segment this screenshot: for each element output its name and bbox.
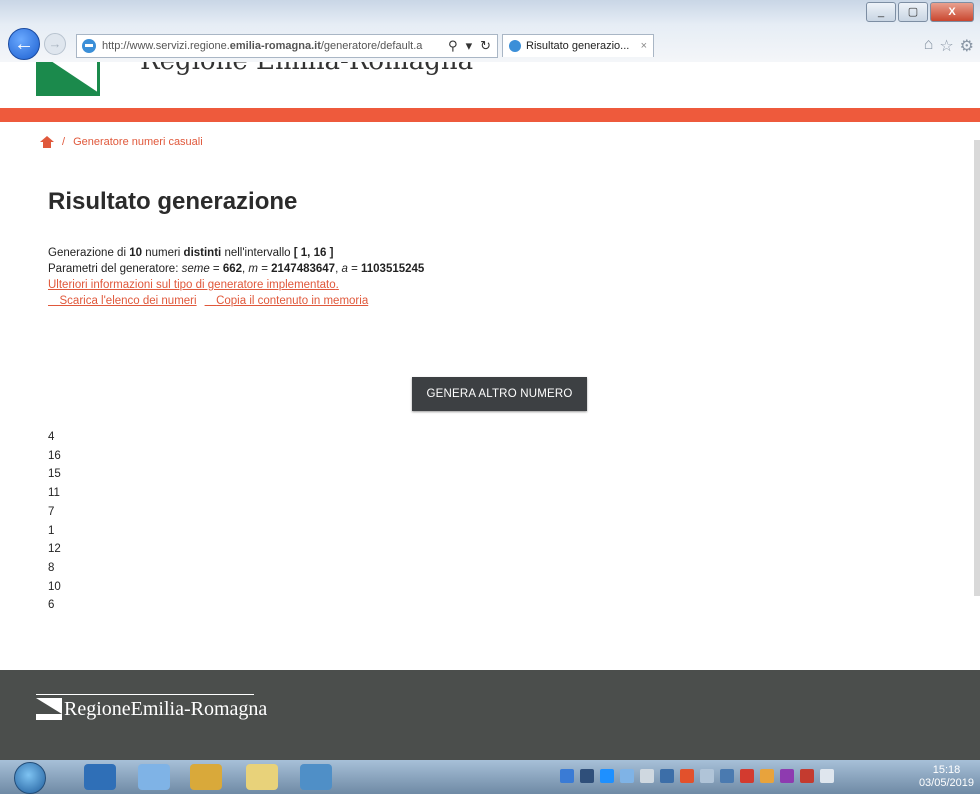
media-player-icon[interactable]	[84, 764, 116, 790]
tray-app-icon[interactable]	[620, 769, 634, 783]
chrome-icon[interactable]	[190, 764, 222, 790]
address-bar[interactable]: http://www.servizi.regione.emilia-romagn…	[76, 34, 498, 58]
copy-to-clipboard-link[interactable]: Copia il contenuto in memoria	[205, 293, 368, 309]
site-title: Regione Emilia-Romagna	[140, 62, 473, 76]
search-icon[interactable]: ⚲	[448, 38, 458, 54]
tray-app-icon[interactable]	[660, 769, 674, 783]
ie-icon	[82, 39, 96, 53]
download-list-link[interactable]: Scarica l'elenco dei numeri	[48, 293, 197, 309]
footer-logo-text: RegioneEmilia-Romagna	[64, 698, 268, 720]
number-item: 12	[48, 543, 61, 556]
clock-date: 03/05/2019	[918, 777, 974, 789]
start-button[interactable]	[14, 762, 46, 794]
footer-logo[interactable]: RegioneEmilia-Romagna	[36, 694, 268, 720]
tray-app-icon[interactable]	[600, 769, 614, 783]
forward-button[interactable]: →	[44, 33, 66, 55]
site-footer: RegioneEmilia-Romagna	[0, 670, 980, 760]
windows-taskbar: 15:18 03/05/2019	[0, 760, 980, 794]
tray-app-icon[interactable]	[680, 769, 694, 783]
close-window-button[interactable]: X	[930, 2, 974, 22]
generation-info: Generazione di 10 numeri distinti nell'i…	[48, 245, 424, 309]
number-item: 11	[48, 487, 60, 500]
internet-explorer-icon[interactable]	[138, 764, 170, 790]
clock-time: 15:18	[932, 764, 961, 776]
refresh-icon[interactable]: ↻	[480, 38, 491, 54]
url-text[interactable]: http://www.servizi.regione.emilia-romagn…	[102, 40, 442, 52]
tray-app-icon[interactable]	[780, 769, 794, 783]
number-item: 10	[48, 580, 61, 593]
tray-app-icon[interactable]	[700, 769, 714, 783]
breadcrumb-current[interactable]: Generatore numeri casuali	[73, 136, 203, 148]
home-icon[interactable]	[40, 136, 54, 148]
generated-numbers-list: 4 16 15 11 7 1 12 8 10 6	[48, 428, 61, 615]
system-clock[interactable]: 15:18 03/05/2019	[919, 764, 974, 790]
maximize-button[interactable]: ▢	[898, 2, 928, 22]
generation-summary: Generazione di 10 numeri distinti nell'i…	[48, 247, 334, 259]
file-explorer-icon[interactable]	[246, 764, 278, 790]
number-item: 1	[48, 524, 55, 537]
minimize-button[interactable]: _	[866, 2, 896, 22]
back-button[interactable]: ←	[8, 28, 40, 60]
number-item: 6	[48, 599, 55, 612]
number-item: 16	[48, 449, 61, 462]
region-logo[interactable]	[36, 62, 100, 96]
tray-app-icon[interactable]	[640, 769, 654, 783]
number-item: 4	[48, 431, 55, 443]
generator-params: Parametri del generatore: seme = 662, m …	[48, 263, 425, 275]
page-title: Risultato generazione	[48, 188, 298, 215]
home-toolbar-icon[interactable]: ⌂	[924, 36, 934, 56]
scrollbar[interactable]	[974, 140, 980, 596]
browser-tab[interactable]: Risultato generazio... ×	[502, 34, 654, 57]
dropdown-icon[interactable]: ▾	[466, 38, 473, 54]
tray-app-icon[interactable]	[560, 769, 574, 783]
header-accent-bar	[0, 108, 980, 122]
system-tray	[560, 769, 834, 783]
tray-app-icon[interactable]	[720, 769, 734, 783]
footer-logo-rule	[36, 694, 254, 695]
settings-gear-icon[interactable]: ⚙	[960, 36, 974, 56]
tab-title: Risultato generazio...	[526, 40, 630, 52]
generator-info-link[interactable]: Ulteriori informazioni sul tipo di gener…	[48, 277, 424, 293]
remote-desktop-icon[interactable]	[300, 764, 332, 790]
breadcrumb: / Generatore numeri casuali	[40, 136, 203, 148]
tray-app-icon[interactable]	[580, 769, 594, 783]
region-logo-mark	[36, 698, 62, 720]
tray-app-icon[interactable]	[740, 769, 754, 783]
network-icon[interactable]	[820, 769, 834, 783]
site-header: Regione Emilia-Romagna	[0, 62, 980, 108]
number-item: 15	[48, 468, 61, 481]
tray-app-icon[interactable]	[760, 769, 774, 783]
number-item: 8	[48, 561, 55, 574]
window-controls: _ ▢ X	[866, 2, 974, 22]
generate-another-button[interactable]: GENERA ALTRO NUMERO	[412, 377, 587, 411]
number-item: 7	[48, 505, 55, 518]
tab-ie-icon	[509, 40, 521, 52]
tray-app-icon[interactable]	[800, 769, 814, 783]
favorites-star-icon[interactable]: ☆	[939, 36, 953, 56]
breadcrumb-separator: /	[62, 136, 66, 148]
tab-close-icon[interactable]: ×	[641, 40, 647, 52]
browser-chrome: _ ▢ X ← → http://www.servizi.regione.emi…	[0, 0, 980, 63]
